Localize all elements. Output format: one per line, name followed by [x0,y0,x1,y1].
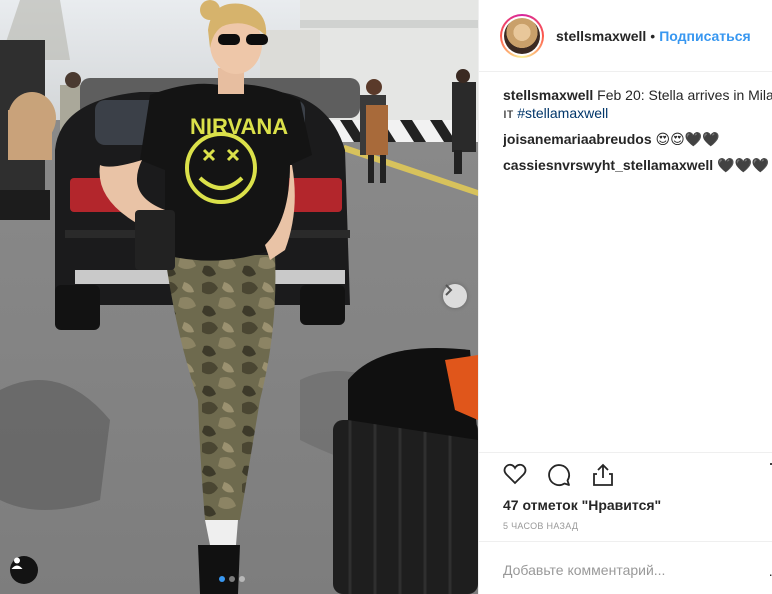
header-username[interactable]: stellsmaxwell [556,28,646,44]
caption-username[interactable]: stellsmaxwell [503,87,593,103]
carousel-dot [219,576,225,582]
comment-icon [548,464,571,486]
tshirt-text: NIRVANA [190,114,288,139]
list-item: cassiesnvrswyht_stellamaxwell 🖤🖤🖤 [503,156,772,174]
photo-illustration: NIRVANA [0,0,478,594]
carousel-next-button[interactable] [443,284,467,308]
post-photo[interactable]: NIRVANA [0,0,478,594]
carousel-indicator [219,576,245,582]
comment-input[interactable] [503,562,753,578]
avatar-image [504,17,540,54]
comment-username[interactable]: joisanemariaabreudos [503,131,652,147]
caption-hashtag[interactable]: #stellamaxwell [517,105,608,121]
follow-button[interactable]: Подписаться [659,28,751,44]
carousel-dot [229,576,235,582]
post-header: stellsmaxwell • Подписаться [479,0,772,72]
caption: stellsmaxwell Feb 20: Stella arrives in … [503,86,772,122]
caption-line2: ıт [503,105,514,121]
more-options[interactable]: · [768,566,772,582]
share-icon [593,463,613,486]
list-item: joisanemariaabreudos 😍😍🖤🖤 [503,130,772,148]
share-button[interactable] [592,463,614,492]
chevron-right-icon [445,284,453,296]
action-bar [479,452,772,496]
avatar[interactable] [500,13,544,58]
like-button[interactable] [503,463,527,490]
user-tag-button[interactable] [10,556,38,584]
post-timestamp[interactable]: 5 часов назад [503,521,578,531]
avatar-frame [502,15,542,56]
user-tag-icon [11,557,23,569]
header-separator: • [650,27,656,44]
caption-text: Feb 20: Stella arrives in Milan [597,87,772,103]
add-comment-section: · [479,541,772,594]
carousel-dot [239,576,245,582]
comment-button[interactable] [547,463,571,492]
post-side-panel: stellsmaxwell • Подписаться stellsmaxwel… [478,0,772,594]
comment-username[interactable]: cassiesnvrswyht_stellamaxwell [503,157,713,173]
likes-count[interactable]: 47 отметок "Нравится" [503,497,661,513]
comment-text: 🖤🖤🖤 [717,157,770,173]
heart-icon [503,463,527,485]
comment-text: 😍😍🖤🖤 [655,131,720,147]
comments-list: stellsmaxwell Feb 20: Stella arrives in … [479,72,772,174]
